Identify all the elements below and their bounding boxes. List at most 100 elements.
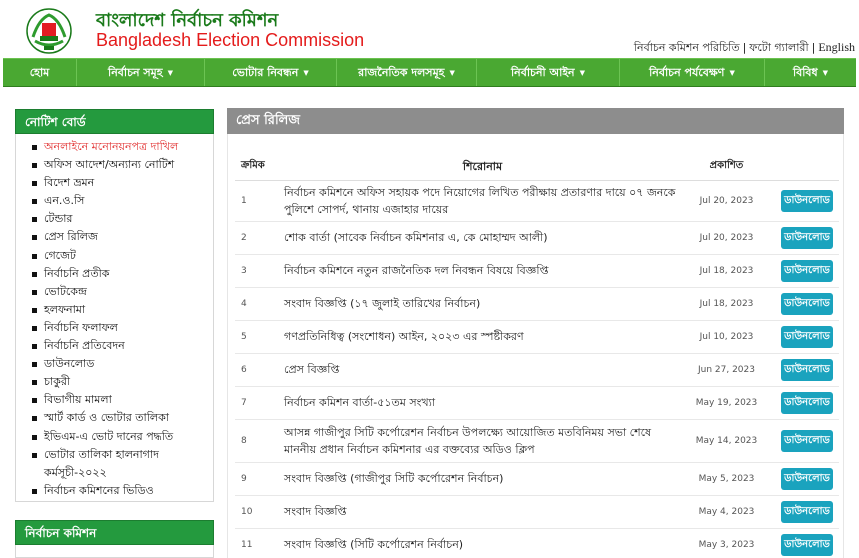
notice-item-download[interactable]: ডাউনলোড (30, 355, 213, 373)
row-serial: 1 (235, 180, 278, 222)
nav-label: বিবিধ (792, 66, 818, 79)
notice-item-smart-card[interactable]: স্মার্ট কার্ড ও ভোটার তালিকা (30, 409, 213, 427)
row-date: May 19, 2023 (681, 386, 772, 420)
row-title[interactable]: শোক বার্তা (সাবেক নির্বাচন কমিশনার এ, কে… (278, 221, 681, 255)
download-button[interactable]: ডাউনলোড (781, 467, 833, 490)
caret-down-icon: ▼ (729, 68, 735, 77)
notice-item-jobs[interactable]: চাকুরী (30, 373, 213, 391)
table-row: 2 শোক বার্তা (সাবেক নির্বাচন কমিশনার এ, … (235, 221, 839, 255)
row-title[interactable]: সংবাদ বিজ্ঞপ্তি (১৭ জুলাই তারিখের নির্বা… (278, 287, 681, 321)
row-date: Jul 20, 2023 (681, 221, 772, 255)
download-button[interactable]: ডাউনলোড (781, 358, 833, 381)
download-button[interactable]: ডাউনলোড (781, 533, 833, 556)
table-header-row: ক্রমিক শিরোনাম প্রকাশিত (235, 154, 839, 181)
notice-item-tender[interactable]: টেন্ডার (30, 210, 213, 228)
table-row: 11 সংবাদ বিজ্ঞপ্তি (সিটি কর্পোরেশন নির্ব… (235, 528, 839, 558)
download-button[interactable]: ডাউনলোড (781, 429, 833, 452)
notice-item-election-results[interactable]: নির্বাচনি ফলাফল (30, 319, 213, 337)
nav-election-law[interactable]: নির্বাচনী আইন ▼ (477, 59, 620, 86)
nav-miscellaneous[interactable]: বিবিধ ▼ (765, 59, 856, 86)
notice-item-evm-voting[interactable]: ইভিএম-এ ভোট দানের পদ্ধতি (30, 428, 213, 446)
english-language-link[interactable]: English (818, 40, 855, 54)
press-release-heading: প্রেস রিলিজ (227, 108, 844, 134)
notice-item-departmental-case[interactable]: বিভাগীয় মামলা (30, 391, 213, 409)
nav-label: রাজনৈতিক দলসমূহ (358, 66, 445, 79)
election-commission-heading: নির্বাচন কমিশন (15, 520, 214, 545)
press-release-panel: ক্রমিক শিরোনাম প্রকাশিত 1 নির্বাচন কমিশন… (227, 134, 844, 558)
download-button[interactable]: ডাউনলোড (781, 391, 833, 414)
download-button[interactable]: ডাউনলোড (781, 259, 833, 282)
notice-item-affidavit[interactable]: হলফনামা (30, 301, 213, 319)
caret-down-icon: ▼ (449, 68, 455, 77)
download-button[interactable]: ডাউনলোড (781, 292, 833, 315)
row-title[interactable]: সংবাদ বিজ্ঞপ্তি (278, 495, 681, 529)
top-links: নির্বাচন কমিশন পরিচিতি | ফটো গ্যালারী | Engl… (634, 39, 855, 58)
row-title[interactable]: নির্বাচন কমিশন বার্তা-৫১তম সংখ্যা (278, 386, 681, 420)
download-button[interactable]: ডাউনলোড (781, 189, 833, 212)
notice-item-gazette[interactable]: গেজেট (30, 247, 213, 265)
link-separator: | (811, 41, 816, 54)
table-row: 5 গণপ্রতিনিধিত্ব (সংশোধন) আইন, ২০২৩ এর স… (235, 320, 839, 354)
main-nav: হোম নির্বাচন সমূহ ▼ ভোটার নিবন্ধন ▼ রাজনৈত… (3, 58, 856, 87)
nav-political-parties[interactable]: রাজনৈতিক দলসমূহ ▼ (337, 59, 477, 86)
caret-down-icon: ▼ (579, 68, 585, 77)
nav-home[interactable]: হোম (3, 59, 77, 86)
row-serial: 4 (235, 287, 278, 321)
download-button[interactable]: ডাউনলোড (781, 500, 833, 523)
nav-label: নির্বাচন পর্যবেক্ষণ (649, 66, 725, 79)
row-download-cell: ডাউনলোড (772, 287, 839, 321)
row-title[interactable]: গণপ্রতিনিধিত্ব (সংশোধন) আইন, ২০২৩ এর স্প… (278, 320, 681, 354)
row-title[interactable]: প্রেস বিজ্ঞপ্তি (278, 353, 681, 387)
site-header: বাংলাদেশ নির্বাচন কমিশন Bangladesh Elect… (0, 0, 859, 58)
column-header-serial: ক্রমিক (235, 154, 278, 181)
row-title[interactable]: নির্বাচন কমিশনে অফিস সহায়ক পদে নিয়োগের… (278, 180, 681, 222)
column-header-published: প্রকাশিত (681, 154, 772, 181)
row-date: May 5, 2023 (681, 462, 772, 496)
notice-item-voter-list-update[interactable]: ভোটার তালিকা হালনাগাদ কর্মসূচী-২০২২ (30, 446, 213, 482)
download-button[interactable]: ডাউনলোড (781, 226, 833, 249)
notice-item-commission-video[interactable]: নির্বাচন কমিশনের ভিডিও (30, 482, 213, 500)
row-serial: 11 (235, 528, 278, 558)
row-download-cell: ডাউনলোড (772, 419, 839, 463)
download-button[interactable]: ডাউনলোড (781, 325, 833, 348)
site-title-english: Bangladesh Election Commission (96, 30, 365, 50)
notice-item-noc[interactable]: এন.ও.সি (30, 192, 213, 210)
photo-gallery-link[interactable]: ফটো গ্যালারী (749, 41, 808, 54)
about-commission-link[interactable]: নির্বাচন কমিশন পরিচিতি (634, 41, 740, 54)
notice-list: অনলাইনে মনোনয়নপত্র দাখিল অফিস আদেশ/অন্য… (16, 134, 213, 502)
row-date: Jul 18, 2023 (681, 254, 772, 288)
table-row: 4 সংবাদ বিজ্ঞপ্তি (১৭ জুলাই তারিখের নির্… (235, 287, 839, 321)
row-date: May 14, 2023 (681, 419, 772, 463)
row-title[interactable]: নির্বাচন কমিশনে নতুন রাজনৈতিক দল নিবন্ধন… (278, 254, 681, 288)
election-commission-logo[interactable] (25, 7, 73, 55)
notice-item-press-release[interactable]: প্রেস রিলিজ (30, 228, 213, 246)
row-title[interactable]: সংবাদ বিজ্ঞপ্তি (সিটি কর্পোরেশন নির্বাচন… (278, 528, 681, 558)
notice-item-foreign-travel[interactable]: বিদেশ ভ্রমন (30, 174, 213, 192)
row-title[interactable]: সংবাদ বিজ্ঞপ্তি (গাজীপুর সিটি কর্পোরেশন … (278, 462, 681, 496)
row-download-cell: ডাউনলোড (772, 528, 839, 558)
notice-board: অনলাইনে মনোনয়নপত্র দাখিল অফিস আদেশ/অন্য… (15, 134, 214, 502)
row-serial: 2 (235, 221, 278, 255)
notice-item-office-orders[interactable]: অফিস আদেশ/অন্যান্য নোটিশ (30, 156, 213, 174)
notice-item-polling-centre[interactable]: ভোটকেন্দ্র (30, 283, 213, 301)
row-download-cell: ডাউনলোড (772, 254, 839, 288)
row-download-cell: ডাউনলোড (772, 221, 839, 255)
nav-label: নির্বাচন সমূহ (108, 66, 163, 79)
nav-label: নির্বাচনী আইন (510, 66, 575, 79)
row-download-cell: ডাউনলোড (772, 320, 839, 354)
row-title[interactable]: আসন্ন গাজীপুর সিটি কর্পোরেশন নির্বাচন উপ… (278, 419, 681, 463)
row-serial: 7 (235, 386, 278, 420)
notice-item-online-nomination[interactable]: অনলাইনে মনোনয়নপত্র দাখিল (30, 138, 213, 156)
row-date: Jul 18, 2023 (681, 287, 772, 321)
column-header-download (772, 154, 839, 181)
link-separator: | (742, 41, 747, 54)
notice-item-election-report[interactable]: নির্বাচনি প্রতিবেদন (30, 337, 213, 355)
row-serial: 10 (235, 495, 278, 529)
table-row: 10 সংবাদ বিজ্ঞপ্তি May 4, 2023 ডাউনলোড (235, 495, 839, 529)
row-date: Jun 27, 2023 (681, 353, 772, 387)
row-date: Jul 10, 2023 (681, 320, 772, 354)
nav-elections[interactable]: নির্বাচন সমূহ ▼ (77, 59, 205, 86)
nav-election-observation[interactable]: নির্বাচন পর্যবেক্ষণ ▼ (620, 59, 765, 86)
notice-item-election-symbol[interactable]: নির্বাচনি প্রতীক (30, 265, 213, 283)
nav-voter-registration[interactable]: ভোটার নিবন্ধন ▼ (205, 59, 337, 86)
